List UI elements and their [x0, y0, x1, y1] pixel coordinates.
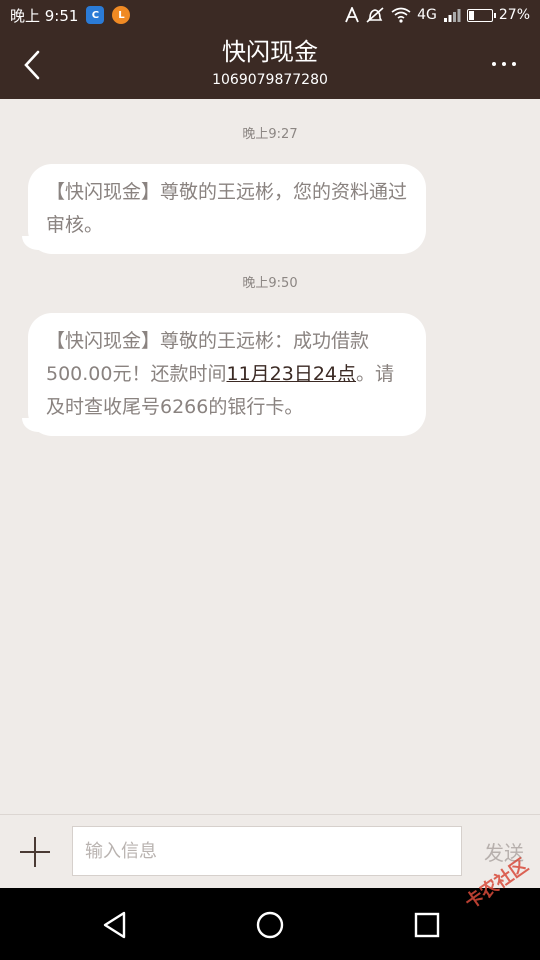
compose-bar: 发送 — [0, 814, 540, 888]
message-list[interactable]: 晚上9:27 【快闪现金】尊敬的王远彬，您的资料通过审核。 晚上9:50 【快闪… — [0, 99, 540, 814]
more-options-button[interactable] — [484, 52, 524, 76]
more-dot-icon — [492, 62, 496, 66]
message-timestamp: 晚上9:27 — [242, 127, 298, 142]
battery-percent: 27% — [498, 7, 530, 23]
message-text: 【快闪现金】尊敬的王远彬，您的资料通过审核。 — [46, 181, 408, 236]
more-dot-icon — [512, 62, 516, 66]
back-button[interactable] — [18, 48, 48, 82]
nav-back-button[interactable] — [98, 908, 132, 942]
wifi-icon — [391, 7, 411, 23]
status-time: 晚上 9:51 — [10, 6, 79, 25]
square-recents-icon — [414, 912, 440, 938]
message-timestamp: 晚上9:50 — [242, 276, 298, 291]
circle-home-icon — [256, 911, 284, 939]
navigation-bar — [0, 888, 540, 960]
more-dot-icon — [502, 62, 506, 66]
attach-plus-button[interactable] — [18, 835, 52, 869]
network-type: 4G — [417, 7, 437, 23]
signal-icon — [443, 9, 461, 22]
message-bubble[interactable]: 【快闪现金】尊敬的王远彬，您的资料通过审核。 — [22, 164, 426, 254]
app-orange-icon: L — [112, 6, 131, 24]
battery-icon — [466, 8, 496, 22]
sender-number: 1069079877280 — [212, 72, 328, 88]
triangle-back-icon — [103, 911, 126, 939]
chevron-left-icon — [24, 50, 40, 80]
mute-icon — [366, 7, 384, 23]
conversation-title: 快闪现金 — [222, 38, 318, 66]
nav-home-button[interactable] — [253, 908, 287, 942]
conversation-title-block: 快闪现金 1069079877280 — [120, 36, 420, 90]
font-a-icon — [345, 7, 359, 23]
repayment-date-link[interactable]: 11月23日24点 — [226, 363, 356, 385]
app-blue-icon: C — [86, 6, 105, 24]
message-input[interactable] — [72, 826, 462, 876]
app-bar: 快闪现金 1069079877280 — [0, 30, 540, 99]
message-bubble[interactable]: 【快闪现金】尊敬的王远彬：成功借款500.00元！还款时间11月23日24点。请… — [22, 313, 426, 436]
nav-recents-button[interactable] — [410, 908, 444, 942]
status-bar: 晚上 9:51 C L 4G 27% — [0, 0, 540, 30]
